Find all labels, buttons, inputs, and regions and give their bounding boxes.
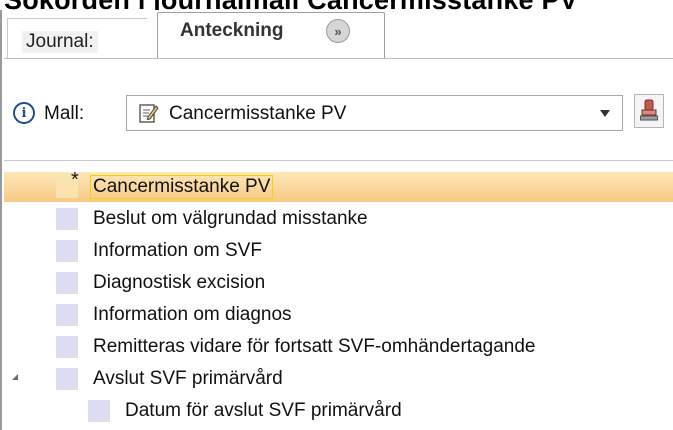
template-select[interactable]: Cancermisstanke PV [126,95,623,131]
template-selected-value: Cancermisstanke PV [169,103,347,124]
dropdown-arrow-icon[interactable] [600,110,610,117]
tree-root-label: Cancermisstanke PV [90,175,274,199]
info-icon[interactable]: i [13,102,35,124]
tree-item-marker [56,336,78,358]
tree-item-marker [56,240,78,262]
tree-item[interactable]: Information om diagnos [4,300,673,330]
tree-child-item[interactable]: Datum för avslut SVF primärvård [4,396,673,426]
tree-item[interactable]: Beslut om välgrundad misstanke [4,204,673,234]
tree-item[interactable]: Diagnostisk excision [4,268,673,298]
tree-item-label: Remitteras vidare för fortsatt SVF-omhän… [93,336,536,357]
tab-journal[interactable]: Journal: [7,18,147,58]
tree-root-row[interactable]: * Cancermisstanke PV [4,169,673,202]
tree-item-label: Information om SVF [93,240,262,261]
tree-item-marker [88,400,110,422]
tree-item-marker [56,368,78,390]
stamp-button[interactable] [634,94,664,128]
expanded-triangle-icon[interactable] [12,374,18,380]
template-label: Mall: [44,103,85,124]
tab-strip-divider [4,58,673,59]
stamp-icon [640,99,658,121]
tree-item[interactable]: Information om SVF [4,236,673,266]
required-marker: * [71,169,79,191]
tree-item[interactable]: Remitteras vidare för fortsatt SVF-omhän… [4,332,673,362]
template-tree: * Cancermisstanke PV Beslut om välgrunda… [4,169,673,430]
tab-anteckning[interactable]: Anteckning » [157,12,385,59]
page: Sökorden i journalmall Cancermisstanke P… [0,0,673,430]
tree-item-label: Avslut SVF primärvård [93,368,283,389]
tab-strip: Journal: Anteckning » [4,10,673,59]
template-edit-icon [139,104,159,123]
tree-item-marker [56,304,78,326]
tree-item-marker [56,272,78,294]
template-row: i Mall: Cancermisstanke PV [4,90,673,140]
tree-child-label: Datum för avslut SVF primärvård [125,400,402,421]
tree-item-label: Beslut om välgrundad misstanke [93,208,368,229]
tree-item-marker [56,208,78,230]
double-chevron-right-icon[interactable]: » [326,19,350,43]
tree-separator [4,160,673,161]
tab-anteckning-label: Anteckning [180,20,284,41]
tree-item-label: Diagnostisk excision [93,272,266,293]
tab-journal-label: Journal: [22,31,98,53]
tree-item-label: Information om diagnos [93,304,292,325]
journal-window: Journal: Anteckning » i Mall: Cancermiss [0,10,673,430]
tree-item-expandable[interactable]: Avslut SVF primärvård [4,364,673,394]
